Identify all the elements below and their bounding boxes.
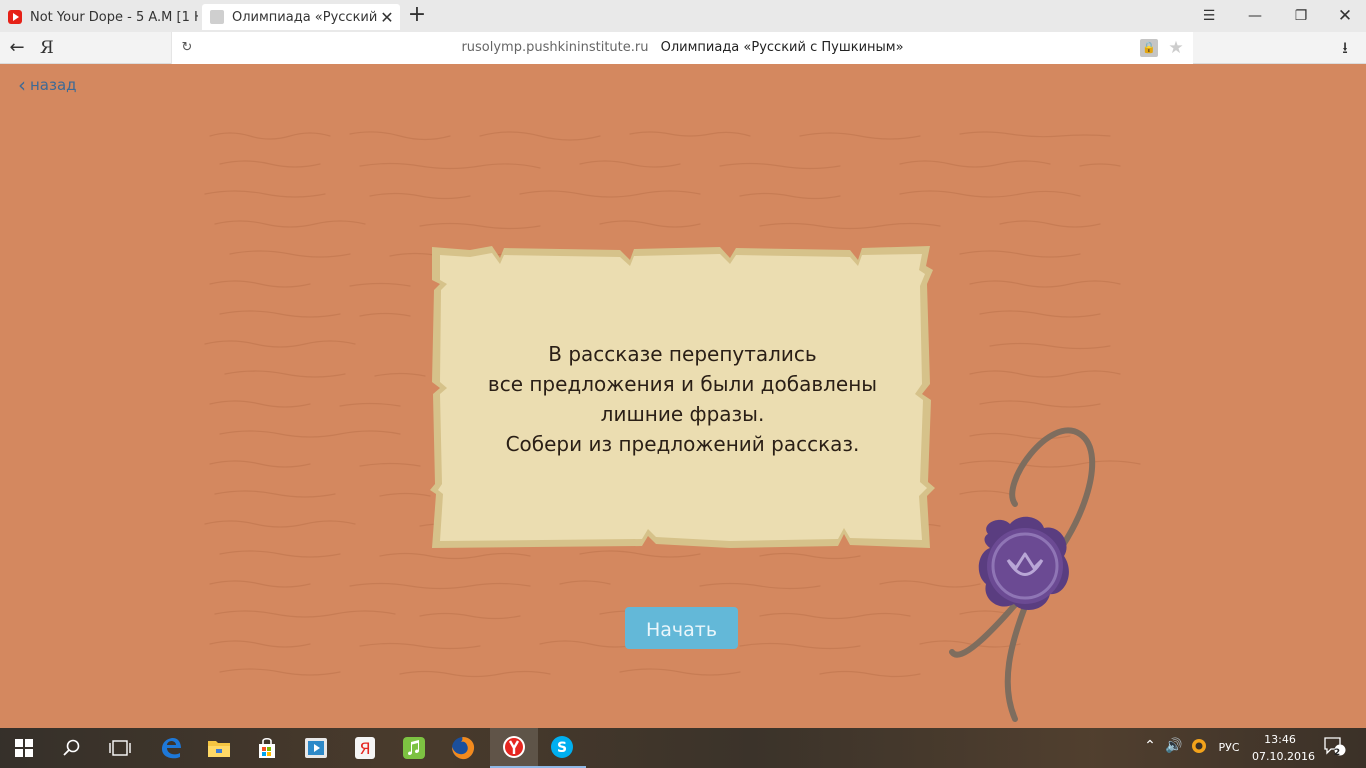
url-display[interactable]: rusolymp.pushkininstitute.ru Олимпиада «… [172,32,1193,64]
svg-text:S: S [557,740,567,756]
firefox-icon[interactable] [439,728,487,768]
clock-date[interactable]: 07.10.2016 [1252,750,1315,763]
task-line: В рассказе перепутались [548,342,817,366]
address-bar: ← Я ↻ rusolymp.pushkininstitute.ru Олимп… [0,32,1366,64]
close-tab-icon[interactable]: ✕ [378,8,396,27]
task-line: лишние фразы. [600,402,765,426]
notification-count: 2 [1333,748,1341,758]
restore-button[interactable]: ❐ [1278,0,1324,32]
task-description: В рассказе перепутались все предложения … [440,339,925,459]
new-tab-button[interactable]: + [405,4,429,28]
skype-icon[interactable]: S [538,728,586,768]
back-link-label: назад [30,76,77,94]
lock-icon[interactable]: 🔒 [1140,39,1158,57]
language-indicator[interactable]: РУС [1212,741,1246,754]
file-explorer-icon[interactable] [195,728,243,768]
tab-strip: Not Your Dope - 5 A.M [1 Hour] Олимпиада… [0,0,1366,32]
chevron-up-icon[interactable]: ⌃ [1140,738,1160,754]
taskbar: Я S ⌃ 🔊 РУС 13:46 07.10.2016 2 [0,728,1366,768]
back-arrow-icon[interactable]: ← [6,37,28,59]
wax-seal-icon [949,427,1096,722]
download-icon[interactable]: ⭳ [1334,37,1356,59]
start-button[interactable]: Начать [625,607,738,649]
url-host: rusolymp.pushkininstitute.ru [461,40,649,55]
close-window-button[interactable]: ✕ [1322,0,1366,32]
yandex-disk-icon[interactable] [1188,738,1210,757]
omnibox[interactable]: ↻ rusolymp.pushkininstitute.ru Олимпиада… [171,32,1193,64]
chevron-left-icon: ‹ [18,73,26,97]
yandex-browser-icon[interactable] [490,728,538,768]
task-line: Собери из предложений рассказ. [505,432,860,456]
minimize-button[interactable]: — [1232,0,1278,32]
yandex-alt-icon[interactable]: Я [341,728,389,768]
store-icon[interactable] [243,728,291,768]
youtube-icon [8,10,22,24]
tab-title: Not Your Dope - 5 A.M [1 Hour] [30,9,198,25]
star-icon[interactable]: ★ [1166,37,1186,59]
blank-page-icon [210,10,224,24]
svg-text:Я: Я [359,739,370,758]
task-view-icon[interactable] [96,728,144,768]
menu-icon[interactable]: ☰ [1186,0,1232,32]
tab-title: Олимпиада «Русский с Пушкиным» [232,9,378,25]
itunes-icon[interactable] [390,728,438,768]
back-link[interactable]: ‹ назад [18,73,77,97]
tab-youtube[interactable]: Not Your Dope - 5 A.M [1 Hour] [0,4,198,30]
search-icon[interactable] [48,728,96,768]
tab-olympiad[interactable]: Олимпиада «Русский с Пушкиным» ✕ [202,4,400,30]
yandex-logo[interactable]: Я [40,37,54,59]
windows-start-icon[interactable] [0,728,48,768]
task-line: все предложения и были добавлены [487,372,878,396]
volume-icon[interactable]: 🔊 [1163,738,1185,754]
page-content: ‹ назад В рассказе перепутались все пред… [0,64,1366,728]
clock-time[interactable]: 13:46 [1252,733,1308,746]
edge-icon[interactable] [147,728,195,768]
media-player-icon[interactable] [292,728,340,768]
url-page-title: Олимпиада «Русский с Пушкиным» [660,40,904,55]
